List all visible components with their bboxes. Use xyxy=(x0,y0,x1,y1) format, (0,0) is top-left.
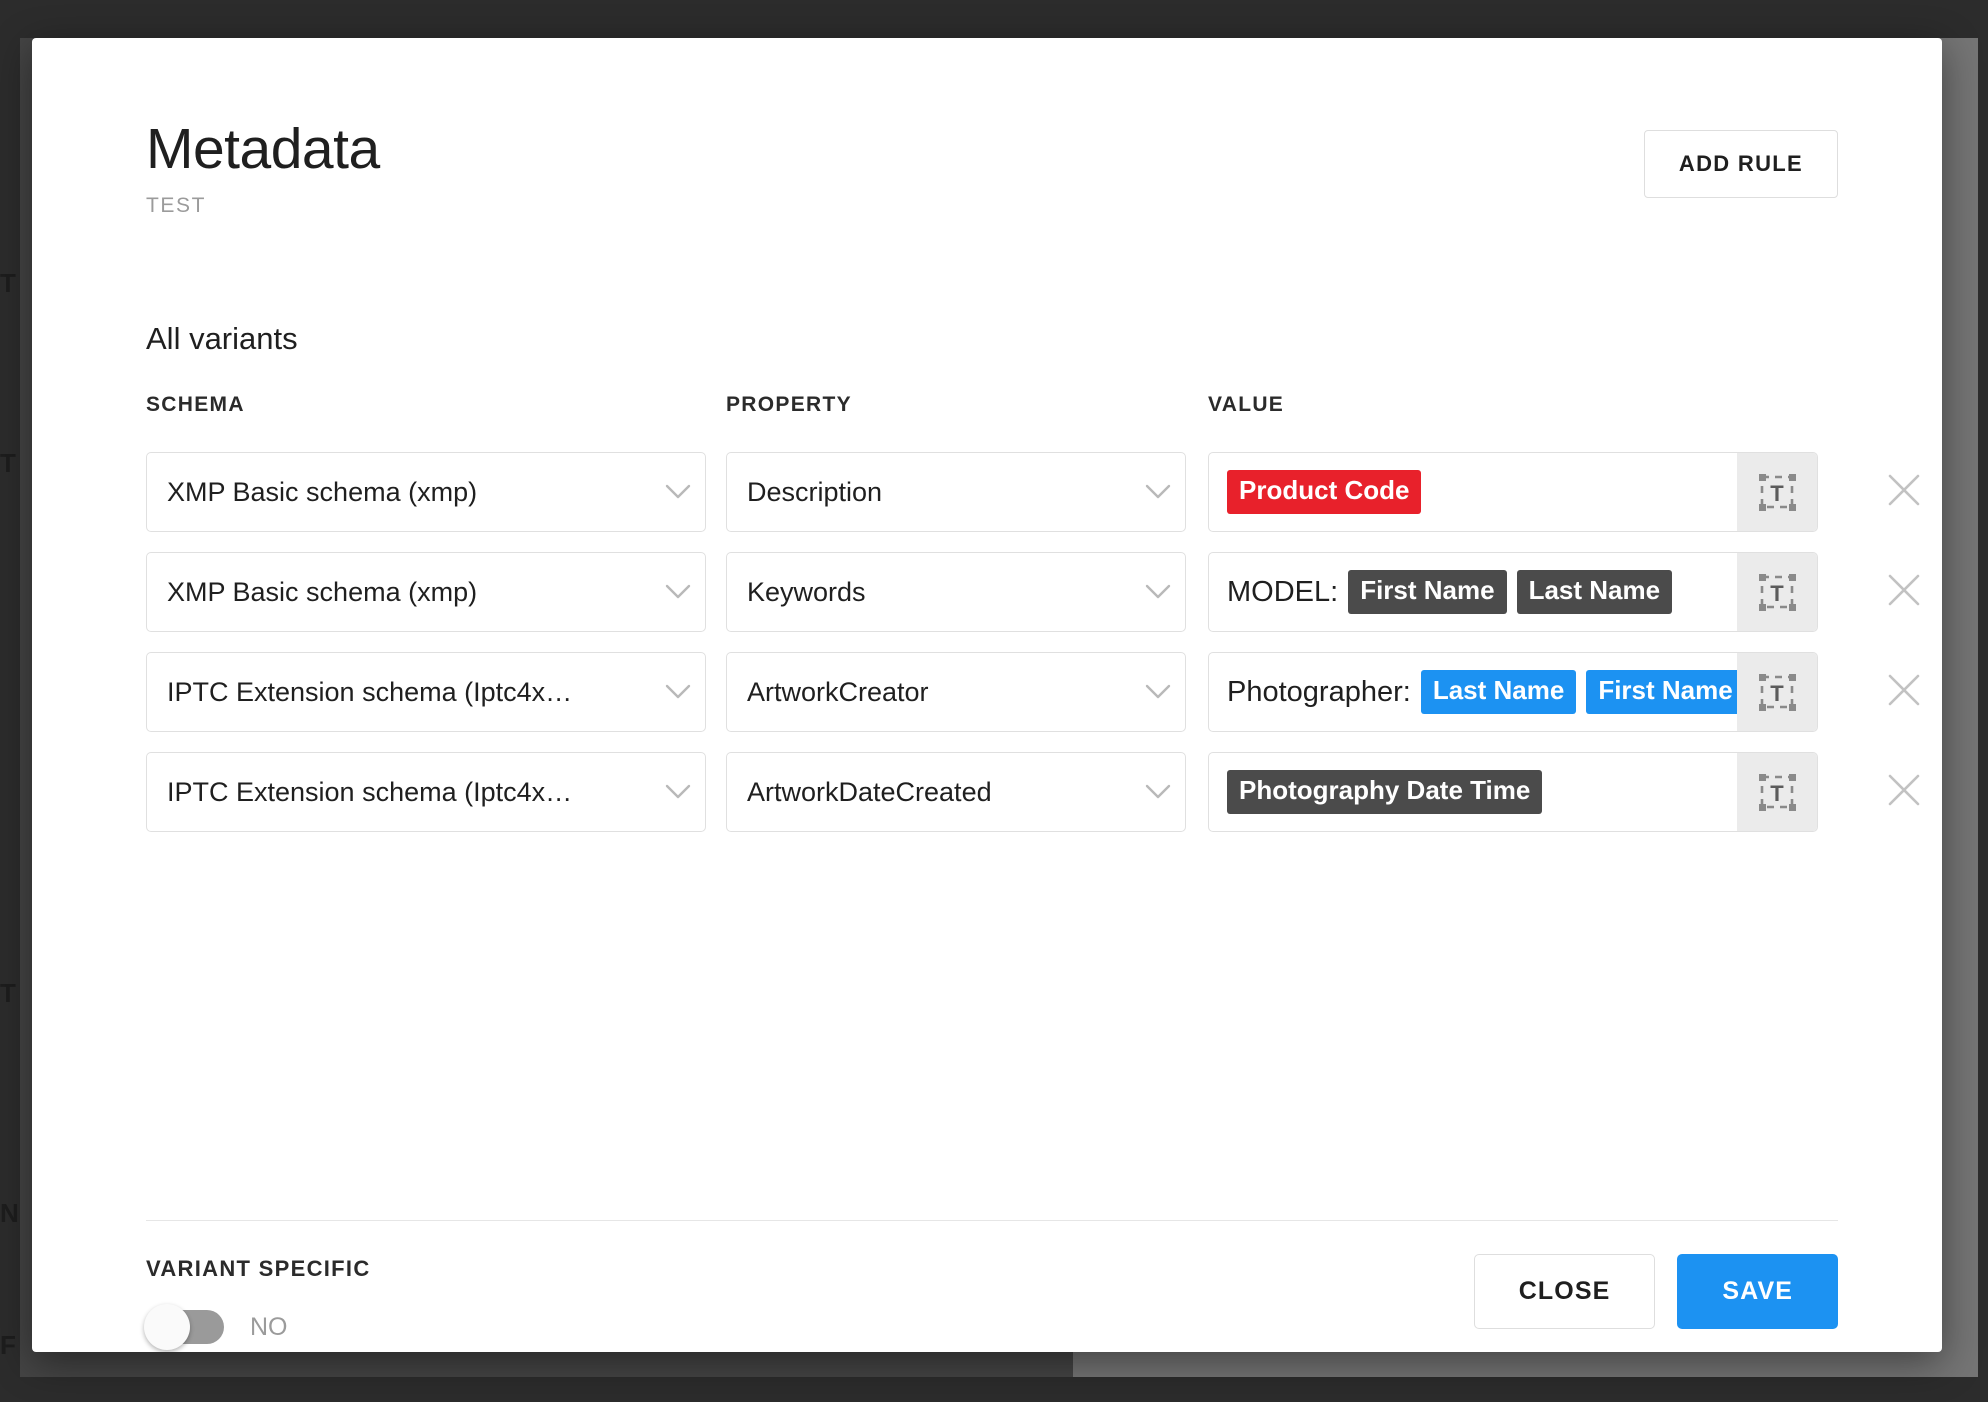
property-select-value: Description xyxy=(727,477,1131,508)
toggle-knob xyxy=(144,1304,190,1350)
value-field-content[interactable]: Photography Date Time xyxy=(1209,753,1737,831)
property-select-value: ArtworkCreator xyxy=(727,677,1131,708)
svg-text:T: T xyxy=(1770,481,1784,506)
dialog-header: Metadata TEST ADD RULE xyxy=(146,120,1838,218)
delete-rule-button[interactable] xyxy=(1864,652,1942,732)
chevron-down-icon xyxy=(1131,484,1185,500)
value-token-chip: First Name xyxy=(1348,570,1506,614)
close-icon xyxy=(1882,668,1926,717)
value-token-chip: Product Code xyxy=(1227,470,1421,514)
property-select[interactable]: Keywords xyxy=(726,552,1186,632)
text-box-icon[interactable]: T xyxy=(1737,453,1817,531)
text-box-icon[interactable]: T xyxy=(1737,553,1817,631)
column-header-schema: SCHEMA xyxy=(146,393,245,417)
value-field[interactable]: Product Code T xyxy=(1208,452,1818,532)
variant-specific-toggle-row: NO xyxy=(146,1310,371,1344)
footer-buttons: CLOSE SAVE xyxy=(1474,1254,1838,1329)
value-field-content[interactable]: Photographer: Last NameFirst Name xyxy=(1209,653,1737,731)
page-subtitle: TEST xyxy=(146,194,380,218)
property-select[interactable]: ArtworkCreator xyxy=(726,652,1186,732)
value-field[interactable]: MODEL: First NameLast Name T xyxy=(1208,552,1818,632)
background-text-fragment: T xyxy=(0,268,34,299)
save-button[interactable]: SAVE xyxy=(1677,1254,1838,1329)
value-field[interactable]: Photographer: Last NameFirst Name T xyxy=(1208,652,1818,732)
rules-list: XMP Basic schema (xmp) Description Product… xyxy=(146,452,1838,852)
background-text-fragment: N xyxy=(0,1198,34,1229)
variant-specific-block: VARIANT SPECIFIC NO xyxy=(146,1254,371,1344)
value-token-text: Photographer: xyxy=(1227,676,1411,709)
schema-select[interactable]: XMP Basic schema (xmp) xyxy=(146,452,706,532)
chevron-down-icon xyxy=(1131,684,1185,700)
schema-select[interactable]: XMP Basic schema (xmp) xyxy=(146,552,706,632)
section-title: All variants xyxy=(146,321,298,357)
chevron-down-icon xyxy=(651,584,705,600)
chevron-down-icon xyxy=(1131,584,1185,600)
variant-specific-label: VARIANT SPECIFIC xyxy=(146,1256,371,1282)
variant-specific-toggle[interactable] xyxy=(146,1310,224,1344)
schema-select-value: IPTC Extension schema (Iptc4x… xyxy=(147,677,651,708)
close-icon xyxy=(1882,468,1926,517)
chevron-down-icon xyxy=(651,784,705,800)
property-select-value: Keywords xyxy=(727,577,1131,608)
value-field-content[interactable]: MODEL: First NameLast Name xyxy=(1209,553,1737,631)
delete-rule-button[interactable] xyxy=(1864,552,1942,632)
value-token-text: MODEL: xyxy=(1227,576,1338,609)
column-headers: SCHEMA PROPERTY VALUE xyxy=(146,393,1838,423)
value-token-chip: Last Name xyxy=(1517,570,1673,614)
rule-row: XMP Basic schema (xmp) Description Product… xyxy=(146,452,1838,532)
schema-select[interactable]: IPTC Extension schema (Iptc4x… xyxy=(146,752,706,832)
metadata-dialog: Metadata TEST ADD RULE All variants SCHE… xyxy=(32,38,1942,1352)
footer-divider xyxy=(146,1220,1838,1221)
property-select[interactable]: Description xyxy=(726,452,1186,532)
value-field-content[interactable]: Product Code xyxy=(1209,453,1737,531)
column-header-value: VALUE xyxy=(1208,393,1284,417)
variant-specific-value: NO xyxy=(250,1313,288,1342)
background-text-fragment: T xyxy=(0,448,34,479)
value-field[interactable]: Photography Date Time T xyxy=(1208,752,1818,832)
schema-select-value: XMP Basic schema (xmp) xyxy=(147,577,651,608)
chevron-down-icon xyxy=(651,684,705,700)
page-title: Metadata xyxy=(146,120,380,180)
close-icon xyxy=(1882,568,1926,617)
column-header-property: PROPERTY xyxy=(726,393,852,417)
close-icon xyxy=(1882,768,1926,817)
text-box-icon[interactable]: T xyxy=(1737,753,1817,831)
property-select-value: ArtworkDateCreated xyxy=(727,777,1131,808)
svg-text:T: T xyxy=(1770,681,1784,706)
rule-row: XMP Basic schema (xmp) Keywords MODEL: Firs… xyxy=(146,552,1838,632)
property-select[interactable]: ArtworkDateCreated xyxy=(726,752,1186,832)
value-token-chip: Last Name xyxy=(1421,670,1577,714)
chevron-down-icon xyxy=(651,484,705,500)
rule-row: IPTC Extension schema (Iptc4x… ArtworkDat… xyxy=(146,752,1838,832)
svg-text:T: T xyxy=(1770,781,1784,806)
schema-select[interactable]: IPTC Extension schema (Iptc4x… xyxy=(146,652,706,732)
delete-rule-button[interactable] xyxy=(1864,452,1942,532)
close-button[interactable]: CLOSE xyxy=(1474,1254,1656,1329)
dialog-footer: VARIANT SPECIFIC NO CLOSE SAVE xyxy=(146,1254,1838,1344)
rule-row: IPTC Extension schema (Iptc4x… ArtworkCre… xyxy=(146,652,1838,732)
title-block: Metadata TEST xyxy=(146,120,380,218)
add-rule-button[interactable]: ADD RULE xyxy=(1644,130,1838,198)
background-text-fragment: F xyxy=(0,1330,34,1361)
value-token-chip: Photography Date Time xyxy=(1227,770,1542,814)
background-text-fragment: T xyxy=(0,978,34,1009)
text-box-icon[interactable]: T xyxy=(1737,653,1817,731)
delete-rule-button[interactable] xyxy=(1864,752,1942,832)
svg-text:T: T xyxy=(1770,581,1784,606)
schema-select-value: XMP Basic schema (xmp) xyxy=(147,477,651,508)
value-token-chip: First Name xyxy=(1586,670,1737,714)
schema-select-value: IPTC Extension schema (Iptc4x… xyxy=(147,777,651,808)
chevron-down-icon xyxy=(1131,784,1185,800)
